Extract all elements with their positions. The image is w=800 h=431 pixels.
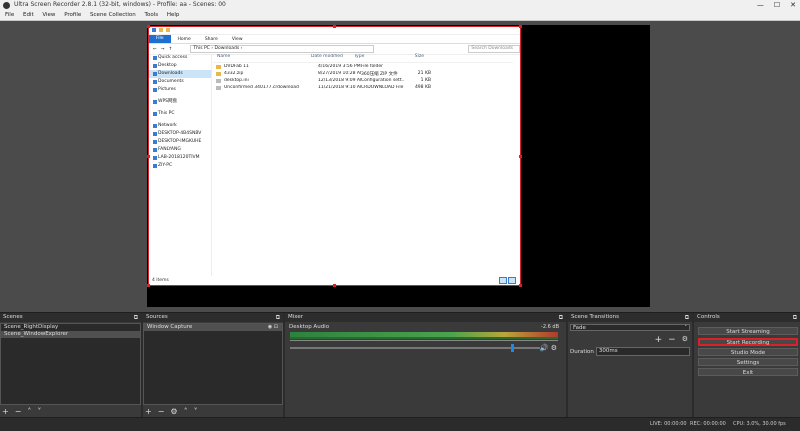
cpu-fps: CPU: 3.0%, 30.00 fps (733, 421, 786, 427)
menu-profile[interactable]: Profile (64, 12, 81, 18)
add-icon[interactable]: + (655, 335, 663, 345)
volume-fader[interactable] (290, 347, 540, 349)
undock-icon[interactable]: ⧉ (559, 313, 563, 322)
undock-icon[interactable]: ⧉ (276, 313, 280, 322)
remove-icon[interactable]: − (15, 407, 22, 416)
lock-icon[interactable]: ⊡ (274, 324, 278, 330)
resize-handle[interactable] (519, 284, 522, 287)
start-streaming-button[interactable]: Start Streaming (698, 327, 798, 335)
menu-file[interactable]: File (5, 12, 14, 18)
add-icon[interactable]: + (2, 407, 9, 416)
chevron-down-icon[interactable]: ˅ (194, 407, 198, 416)
dock-area: Scenes ⧉ Scene_RightDisplay Scene_WindowE… (0, 313, 800, 417)
channel-level: -2.6 dB (541, 324, 559, 330)
resize-handle[interactable] (147, 284, 150, 287)
source-selection-box[interactable] (148, 26, 521, 286)
speaker-icon[interactable]: 🔊 (540, 344, 549, 352)
scenes-list[interactable]: Scene_RightDisplay Scene_WindowExplorer (0, 323, 141, 405)
scenes-dock: Scenes ⧉ Scene_RightDisplay Scene_WindowE… (0, 313, 141, 417)
controls-dock: Controls ⧉ Start Streaming Start Recordin… (694, 313, 800, 417)
gear-icon[interactable]: ⚙ (170, 407, 177, 416)
resize-handle[interactable] (147, 25, 150, 28)
sources-list[interactable]: Window Capture ◉ ⊡ (143, 323, 283, 405)
scenes-title: Scenes (3, 314, 23, 320)
visibility-icon[interactable]: ◉ (268, 324, 272, 330)
scene-item[interactable]: Scene_WindowExplorer (1, 331, 140, 338)
remove-icon[interactable]: − (158, 407, 165, 416)
status-bar: LIVE: 00:00:00 REC: 00:00:00 CPU: 3.0%, … (0, 418, 800, 431)
gear-icon[interactable]: ⚙ (682, 335, 688, 345)
undock-icon[interactable]: ⧉ (134, 313, 138, 322)
rec-time: REC: 00:00:00 (690, 421, 726, 427)
settings-button[interactable]: Settings (698, 358, 798, 366)
chevron-down-icon: ˅ (684, 325, 688, 331)
scene-item[interactable]: Scene_RightDisplay (1, 324, 140, 331)
undock-icon[interactable]: ⧉ (685, 313, 689, 322)
minimize-button[interactable]: — (757, 0, 764, 10)
chevron-up-icon[interactable]: ˄ (27, 407, 31, 416)
close-button[interactable]: ✕ (790, 0, 796, 10)
chevron-down-icon[interactable]: ˅ (37, 407, 41, 416)
resize-handle[interactable] (147, 155, 150, 158)
resize-handle[interactable] (333, 25, 336, 28)
mixer-dock: Mixer ⧉ Desktop Audio -2.6 dB 🔊 ⚙ (285, 313, 566, 417)
window-title: Ultra Screen Recorder 2.8.1 (32-bit, win… (14, 1, 226, 8)
chevron-up-icon[interactable]: ˄ (184, 407, 188, 416)
menu-view[interactable]: View (42, 12, 55, 18)
sources-dock: Sources ⧉ Window Capture ◉ ⊡ + − ⚙ ˄ ˅ (143, 313, 283, 417)
maximize-button[interactable]: ☐ (774, 0, 780, 10)
source-item[interactable]: Window Capture ◉ ⊡ (144, 324, 282, 331)
resize-handle[interactable] (519, 25, 522, 28)
exit-button[interactable]: Exit (698, 368, 798, 376)
undock-icon[interactable]: ⧉ (793, 313, 797, 322)
app-icon (3, 1, 10, 9)
transitions-title: Scene Transitions (571, 314, 619, 320)
transition-select[interactable]: Fade ˅ (570, 324, 690, 331)
mixer-title: Mixer (288, 314, 304, 320)
live-time: LIVE: 00:00:00 (650, 421, 687, 427)
sources-title: Sources (146, 314, 168, 320)
volume-meter-peak (290, 337, 558, 339)
controls-title: Controls (697, 314, 720, 320)
meter-ticks (290, 340, 558, 345)
duration-input[interactable]: 300ms (595, 347, 690, 356)
volume-fader-knob[interactable] (511, 344, 514, 352)
menu-scene-collection[interactable]: Scene Collection (90, 12, 136, 18)
resize-handle[interactable] (519, 155, 522, 158)
menu-edit[interactable]: Edit (23, 12, 34, 18)
channel-name: Desktop Audio (289, 324, 330, 330)
menu-help[interactable]: Help (167, 12, 180, 18)
resize-handle[interactable] (333, 284, 336, 287)
add-icon[interactable]: + (145, 407, 152, 416)
start-recording-button[interactable]: Start Recording (698, 338, 798, 346)
studio-mode-button[interactable]: Studio Mode (698, 348, 798, 356)
title-bar: Ultra Screen Recorder 2.8.1 (32-bit, win… (0, 0, 800, 10)
menu-bar: File Edit View Profile Scene Collection … (0, 10, 800, 21)
mixer-channel: Desktop Audio -2.6 dB 🔊 ⚙ (287, 324, 563, 354)
gear-icon[interactable]: ⚙ (551, 344, 557, 352)
transitions-dock: Scene Transitions ⧉ Fade ˅ + − ⚙ Duration… (568, 313, 692, 417)
remove-icon[interactable]: − (668, 335, 676, 345)
menu-tools[interactable]: Tools (145, 12, 159, 18)
duration-label: Duration (570, 348, 594, 355)
